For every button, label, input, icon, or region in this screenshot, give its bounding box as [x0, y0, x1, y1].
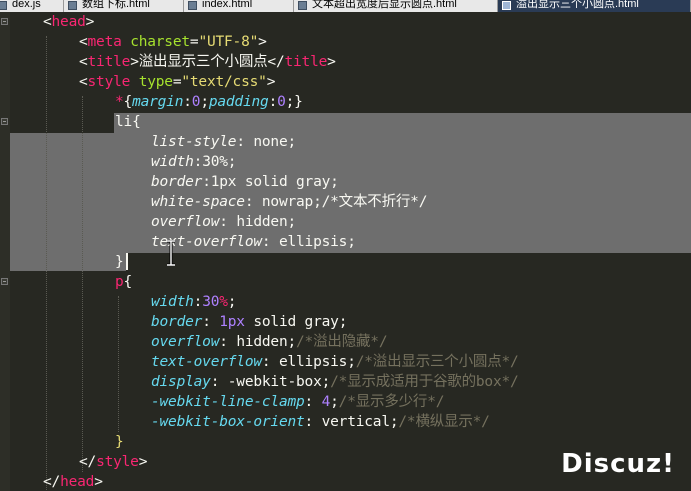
ibeam-cursor-icon	[167, 240, 175, 266]
code-line: display: -webkit-box;/*显示成适用于谷歌的box*/	[151, 374, 519, 390]
file-icon	[188, 1, 197, 10]
code-line: -webkit-line-clamp: 4;/*显示多少行*/	[151, 394, 445, 410]
file-icon	[0, 1, 7, 10]
fold-icon[interactable]	[1, 118, 8, 125]
code-line: }	[115, 434, 124, 450]
fold-icon[interactable]	[1, 278, 8, 285]
gutter	[0, 12, 10, 491]
indent-guide	[118, 296, 119, 432]
code-line: p{	[115, 274, 133, 290]
fold-icon[interactable]	[1, 18, 8, 25]
code-line: white-space: nowrap;/*文本不折行*/	[151, 194, 428, 210]
code-line: li{	[115, 114, 141, 130]
code-line: text-overflow: ellipsis;	[151, 234, 356, 250]
code-line: text-overflow: ellipsis;/*溢出显示三个小圆点*/	[151, 354, 519, 370]
code-line: overflow: hidden;/*溢出隐藏*/	[151, 334, 388, 350]
tab-dex-js[interactable]: dex.js	[0, 0, 64, 12]
tab-label: index.html	[202, 0, 253, 10]
file-icon	[298, 1, 307, 10]
tab-label: dex.js	[12, 0, 41, 10]
code-line: }	[115, 254, 124, 270]
text-caret	[126, 253, 128, 270]
file-icon	[502, 1, 511, 10]
text-selection	[114, 113, 691, 133]
code-line: </head>	[43, 474, 103, 490]
code-editor[interactable]: <head> <meta charset="UTF-8"> <title>溢出显…	[0, 12, 691, 491]
code-line: border:1px solid gray;	[151, 174, 339, 190]
code-line: width:30%;	[151, 154, 237, 170]
code-line: <style type="text/css">	[79, 74, 276, 90]
code-line: -webkit-box-orient: vertical;/*横纵显示*/	[151, 414, 490, 430]
tab-label: 溢出显示三个小圆点.html	[516, 0, 639, 10]
file-icon	[68, 1, 77, 10]
code-line: *{margin:0;padding:0;}	[115, 94, 303, 110]
watermark-logo: Discuz!	[561, 449, 675, 479]
code-line: <title>溢出显示三个小圆点</title>	[79, 54, 336, 70]
indent-guide	[82, 96, 83, 472]
code-line: border: 1px solid gray;	[151, 314, 348, 330]
tab-label: 文本超出宽度后显示圆点.html	[312, 0, 457, 10]
tab-label: 数组下标.html	[82, 0, 150, 10]
tab-overflow-dots-html[interactable]: 溢出显示三个小圆点.html	[498, 0, 691, 12]
code-line: <head>	[43, 14, 95, 30]
code-line: <meta charset="UTF-8">	[79, 34, 267, 50]
text-selection	[10, 253, 126, 271]
code-line: </style>	[79, 454, 148, 470]
tab-index-html[interactable]: index.html	[184, 0, 294, 12]
tab-array-index[interactable]: 数组下标.html	[64, 0, 184, 12]
tab-text-ellipsis-html[interactable]: 文本超出宽度后显示圆点.html	[294, 0, 498, 12]
code-line: width:30%;	[151, 294, 237, 310]
indent-guide	[46, 36, 47, 491]
code-line: overflow: hidden;	[151, 214, 297, 230]
code-line: list-style: none;	[151, 134, 297, 150]
